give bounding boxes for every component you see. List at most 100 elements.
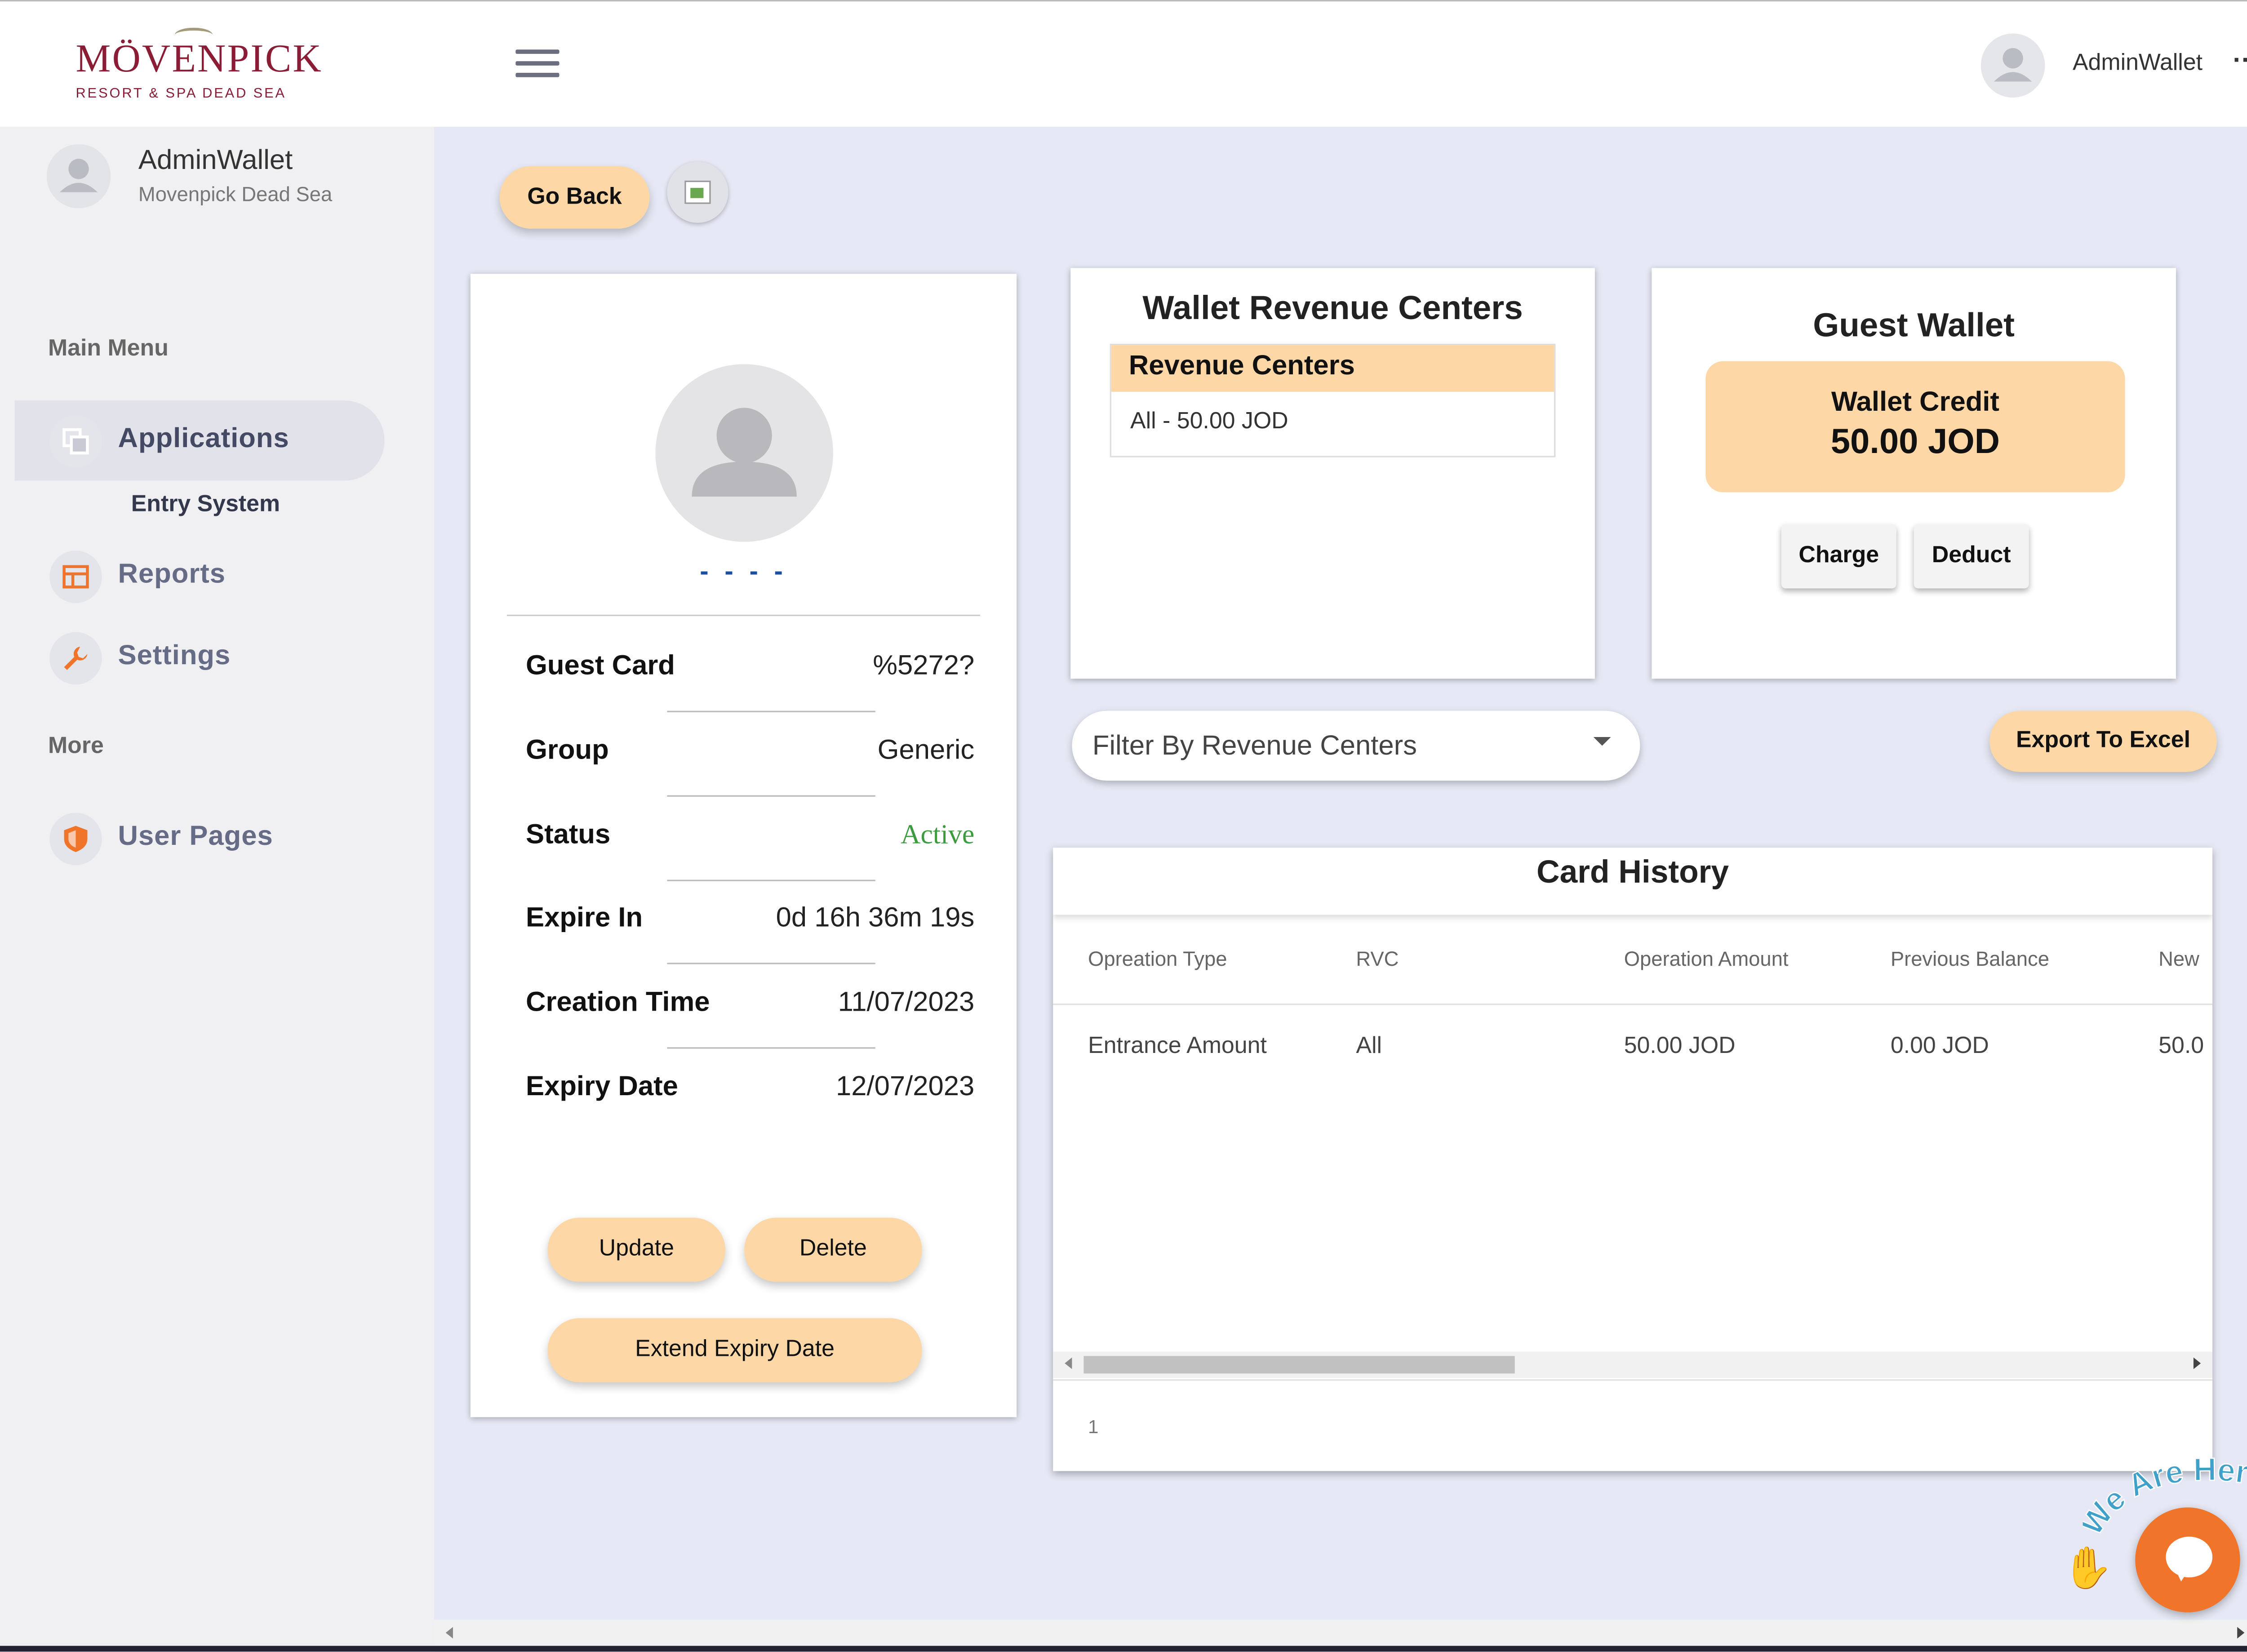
charge-button[interactable]: Charge	[1781, 524, 1896, 589]
field-label: Expiry Date	[526, 1072, 678, 1103]
update-button[interactable]: Update	[547, 1217, 726, 1282]
waving-hand-icon: ✋	[2062, 1545, 2114, 1591]
field-label: Creation Time	[526, 987, 710, 1018]
guest-avatar-icon	[655, 364, 833, 542]
horizontal-scrollbar[interactable]	[1053, 1351, 2213, 1378]
divider	[667, 795, 875, 797]
panel-title: Wallet Revenue Centers	[1142, 288, 1523, 326]
table-row: All - 50.00 JOD	[1130, 409, 1288, 434]
main-menu-heading: Main Menu	[48, 336, 169, 361]
field-label: Status	[526, 820, 611, 851]
field-group: Group Generic	[526, 736, 974, 820]
field-status: Status Active	[526, 820, 974, 905]
field-value: 11/07/2023	[838, 987, 975, 1018]
field-label: Expire In	[526, 903, 643, 934]
table-cell: Entrance Amount	[1088, 1034, 1267, 1059]
divider	[506, 614, 981, 616]
sidebar-item-user-pages[interactable]: User Pages	[14, 798, 384, 878]
shield-icon	[49, 813, 102, 866]
field-value: 12/07/2023	[836, 1072, 975, 1103]
card-history-panel: Card History Opreation Type RVC Operatio…	[1053, 848, 2213, 1471]
broken-image-icon[interactable]	[667, 161, 728, 223]
scroll-left-icon[interactable]	[1065, 1357, 1072, 1369]
column-header[interactable]: Opreation Type	[1088, 947, 1227, 970]
more-heading: More	[48, 734, 104, 759]
panel-title: Card History	[1536, 853, 1729, 890]
guest-name: - - - -	[700, 556, 787, 586]
wallet-credit-label: Wallet Credit	[1831, 387, 1999, 418]
column-header[interactable]: RVC	[1356, 947, 1399, 970]
scroll-left-icon[interactable]	[445, 1627, 453, 1639]
table-header: Revenue Centers	[1111, 345, 1554, 392]
sidebar-item-reports[interactable]: Reports	[14, 536, 384, 616]
menu-toggle-icon[interactable]	[515, 49, 560, 81]
field-creation-time: Creation Time 11/07/2023	[526, 987, 974, 1072]
scroll-right-icon[interactable]	[2237, 1627, 2245, 1639]
sidebar-item-label: Reports	[118, 559, 226, 590]
table-cell: 50.00 JOD	[1624, 1034, 1736, 1059]
delete-button[interactable]: Delete	[744, 1217, 922, 1282]
revenue-centers-table: Revenue Centers All - 50.00 JOD	[1110, 343, 1556, 457]
wallet-credit-box: Wallet Credit 50.00 JOD	[1705, 361, 2125, 493]
table-cell: 50.0	[2158, 1034, 2204, 1059]
sidebar-item-label: Settings	[118, 641, 231, 672]
column-header[interactable]: Operation Amount	[1624, 947, 1789, 970]
divider	[667, 879, 875, 881]
revenue-center-filter-select[interactable]: Filter By Revenue Centers	[1072, 711, 1640, 781]
extend-expiry-button[interactable]: Extend Expiry Date	[547, 1318, 922, 1382]
divider	[667, 1047, 875, 1049]
sidebar-item-label: Applications	[118, 424, 289, 455]
sidebar-avatar	[46, 144, 111, 209]
divider	[667, 711, 875, 712]
sidebar-user-hotel: Movenpick Dead Sea	[138, 182, 333, 205]
reports-icon	[49, 551, 102, 603]
column-header[interactable]: Previous Balance	[1891, 947, 2049, 970]
field-expire-in: Expire In 0d 16h 36m 19s	[526, 903, 974, 987]
top-bar: MÖVENPICK RESORT & SPA DEAD SEA AdminWal…	[0, 0, 2247, 127]
divider	[1053, 1379, 2213, 1381]
sidebar-item-settings[interactable]: Settings	[14, 617, 384, 697]
chevron-down-icon	[1593, 737, 1611, 746]
guest-wallet-panel: Guest Wallet Wallet Credit 50.00 JOD Cha…	[1652, 268, 2176, 679]
applications-icon	[49, 415, 102, 468]
field-value: Generic	[877, 735, 975, 766]
sidebar-user-name: AdminWallet	[138, 146, 293, 177]
field-guest-card: Guest Card %5272?	[526, 651, 974, 736]
divider	[1053, 1004, 2213, 1005]
more-options-icon[interactable]: ···	[2233, 45, 2247, 75]
field-label: Guest Card	[526, 651, 675, 682]
screen-edge	[0, 1646, 2247, 1652]
table-cell: All	[1356, 1034, 1382, 1059]
sidebar-subitem-entry-system[interactable]: Entry System	[131, 492, 280, 518]
wrench-icon	[49, 632, 102, 685]
app-root: MÖVENPICK RESORT & SPA DEAD SEA AdminWal…	[0, 0, 2247, 1652]
avatar[interactable]	[1981, 33, 2045, 98]
go-back-button[interactable]: Go Back	[499, 166, 650, 229]
sidebar: AdminWallet Movenpick Dead Sea Main Menu…	[0, 126, 434, 1652]
card-history-header: Card History	[1053, 848, 2212, 915]
field-value: 0d 16h 36m 19s	[776, 903, 975, 934]
field-value: %5272?	[873, 651, 975, 682]
page-horizontal-scrollbar[interactable]	[434, 1619, 2247, 1646]
page-number[interactable]: 1	[1088, 1416, 1098, 1438]
top-username[interactable]: AdminWallet	[2073, 51, 2203, 77]
export-to-excel-button[interactable]: Export To Excel	[1989, 711, 2217, 772]
panel-title: Guest Wallet	[1813, 306, 2015, 344]
field-expiry-date: Expiry Date 12/07/2023	[526, 1072, 974, 1156]
sidebar-item-label: User Pages	[118, 821, 273, 852]
column-header[interactable]: New	[2158, 947, 2199, 970]
filter-placeholder: Filter By Revenue Centers	[1092, 731, 1417, 762]
brand-name: MÖVENPICK	[75, 36, 323, 80]
guest-card-panel: - - - - Guest Card %5272? Group Generic …	[470, 274, 1017, 1417]
sidebar-item-applications[interactable]: Applications	[14, 400, 385, 481]
table-cell: 0.00 JOD	[1890, 1034, 1989, 1059]
chat-icon[interactable]	[2135, 1507, 2240, 1612]
brand-tagline: RESORT & SPA DEAD SEA	[75, 86, 286, 102]
scrollbar-thumb[interactable]	[1084, 1356, 1515, 1374]
wallet-revenue-centers-panel: Wallet Revenue Centers Revenue Centers A…	[1070, 268, 1595, 679]
deduct-button[interactable]: Deduct	[1914, 524, 2029, 589]
scroll-right-icon[interactable]	[2193, 1357, 2201, 1369]
brand-logo[interactable]: MÖVENPICK RESORT & SPA DEAD SEA	[73, 27, 321, 107]
wallet-credit-value: 50.00 JOD	[1830, 422, 2000, 462]
divider	[667, 963, 875, 964]
